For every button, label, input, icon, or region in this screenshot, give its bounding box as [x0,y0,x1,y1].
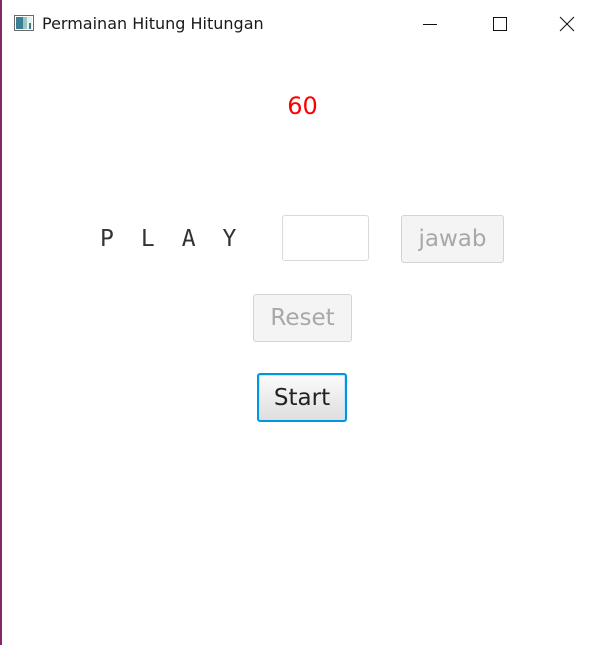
answer-input[interactable] [282,215,369,261]
start-button[interactable]: Start [257,373,347,422]
minimize-icon [423,24,437,25]
play-label: PLAY [100,226,264,252]
close-button[interactable] [534,0,598,46]
maximize-icon [493,17,507,31]
countdown-timer: 60 [287,92,318,120]
jawab-button[interactable]: jawab [401,215,504,263]
app-icon [14,15,34,31]
title-bar[interactable]: Permainan Hitung Hitungan [2,0,603,48]
reset-button[interactable]: Reset [253,294,352,342]
close-icon [559,16,575,32]
app-window: Permainan Hitung Hitungan 60 PLAY jawab … [2,0,603,645]
window-title: Permainan Hitung Hitungan [42,14,264,33]
maximize-button[interactable] [467,0,531,46]
minimize-button[interactable] [397,0,461,46]
